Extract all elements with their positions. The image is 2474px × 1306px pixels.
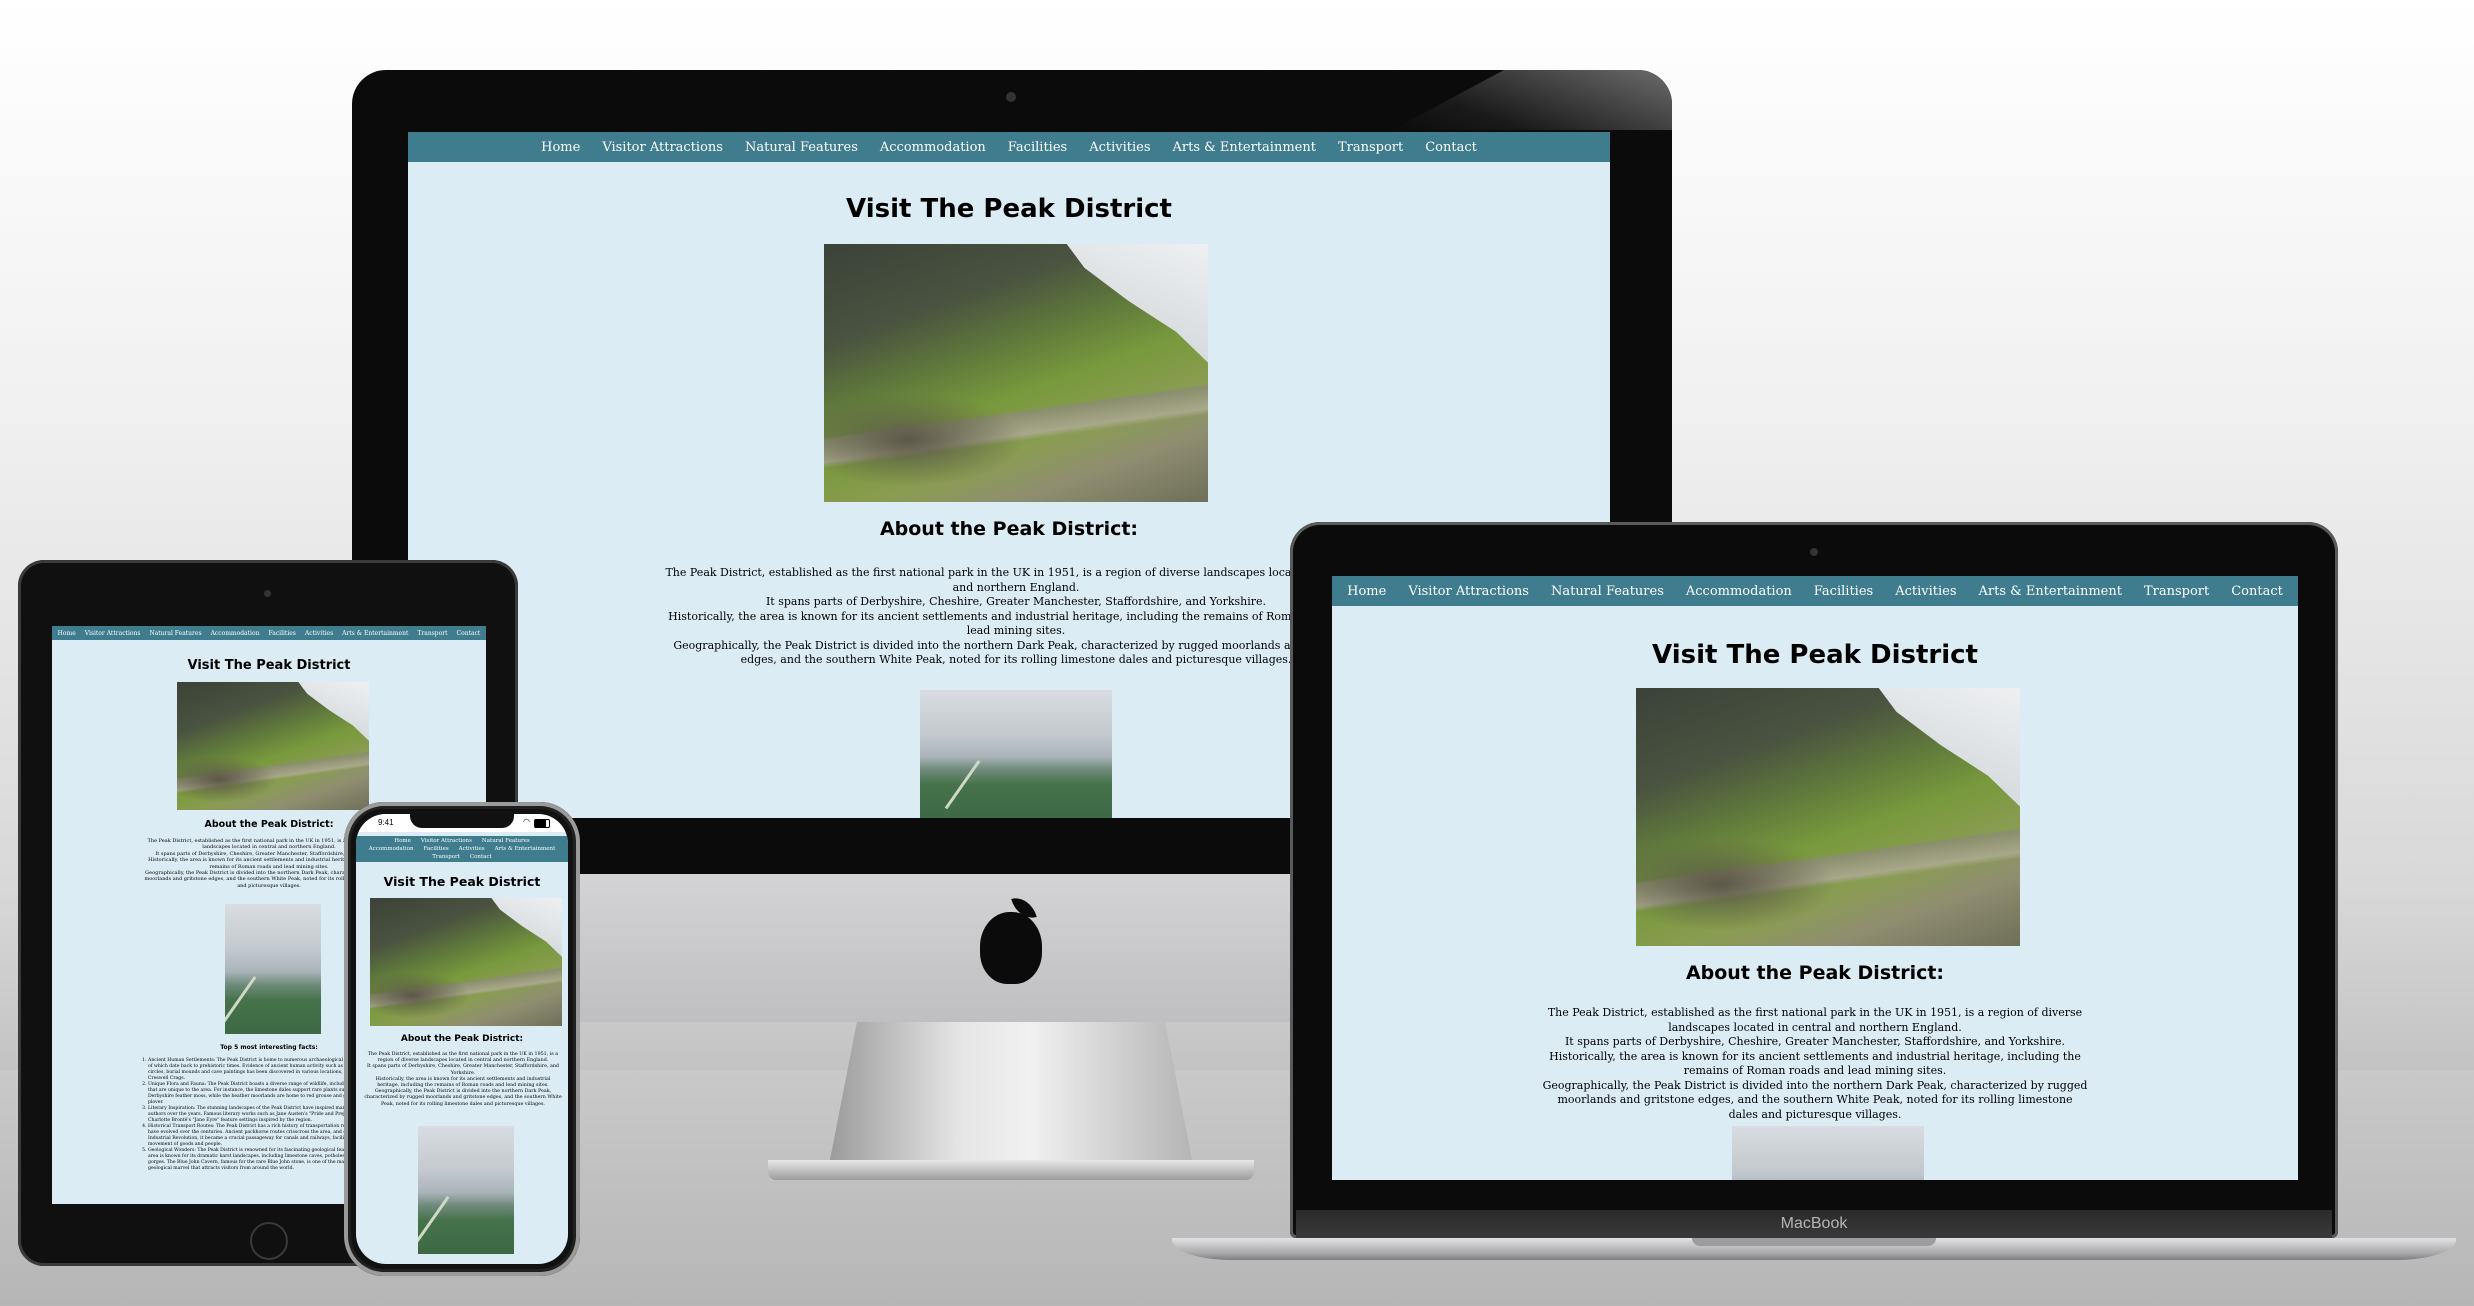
imac-camera [1006, 92, 1016, 102]
fact-item: Literary Inspiration: The stunning lands… [148, 1106, 372, 1124]
ipad-navbar: Home Visitor Attractions Natural Feature… [52, 626, 486, 640]
fact-item: Geological Wonders: The Peak District is… [148, 1148, 372, 1172]
about-paragraph: It spans parts of Derbyshire, Cheshire, … [765, 595, 1267, 608]
about-paragraph: Geographically, the Peak District is div… [673, 638, 1359, 667]
iphone-navbar: Home Visitor Attractions Natural Feature… [356, 836, 568, 862]
macbook-brand: MacBook [1780, 1215, 1848, 1232]
nav-activities[interactable]: Activities [1895, 584, 1956, 599]
about-heading: About the Peak District: [1685, 962, 1945, 984]
about-paragraph: The Peak District, established as the fi… [367, 1052, 559, 1064]
nav-activities[interactable]: Activities [305, 630, 333, 637]
fact-item: Ancient Human Settlements: The Peak Dist… [148, 1058, 372, 1082]
nav-accommodation[interactable]: Accommodation [369, 846, 414, 852]
page-title: Visit The Peak District [846, 194, 1172, 224]
fact-item: Unique Flora and Fauna: The Peak Distric… [148, 1082, 372, 1106]
nav-contact[interactable]: Contact [470, 854, 492, 860]
wifi-icon: ◠ [523, 817, 530, 826]
ipad-home-button[interactable] [250, 1222, 288, 1260]
ridge-image [418, 1126, 514, 1254]
nav-contact[interactable]: Contact [2231, 584, 2283, 599]
macbook-bottom-bezel: MacBook [1296, 1210, 2332, 1238]
about-heading: About the Peak District: [400, 1034, 524, 1044]
macbook-base [1172, 1238, 2456, 1260]
about-text: The Peak District, established as the fi… [364, 1052, 562, 1108]
macbook-screen: Home Visitor Attractions Natural Feature… [1332, 576, 2298, 1180]
about-text: The Peak District, established as the fi… [1542, 1006, 2088, 1122]
battery-icon [534, 819, 550, 828]
imac-navbar: Home Visitor Attractions Natural Feature… [408, 132, 1610, 162]
ridge-image [1732, 1126, 1924, 1180]
about-paragraph: Geographically, the Peak District is div… [1542, 1078, 2088, 1121]
nav-natural-features[interactable]: Natural Features [1551, 584, 1664, 599]
nav-transport[interactable]: Transport [432, 854, 460, 860]
nav-activities[interactable]: Activities [1089, 140, 1150, 155]
nav-home[interactable]: Home [58, 630, 76, 637]
about-paragraph: It spans parts of Derbyshire, Cheshire, … [367, 1064, 559, 1076]
nav-facilities[interactable]: Facilities [1814, 584, 1873, 599]
nav-contact[interactable]: Contact [1425, 140, 1477, 155]
nav-activities[interactable]: Activities [459, 846, 485, 852]
iphone-screen: 9:41 ◠ Home Visitor Attractions Natural … [356, 814, 568, 1264]
nav-transport[interactable]: Transport [1338, 140, 1403, 155]
ridge-image [225, 904, 321, 1034]
nav-transport[interactable]: Transport [2144, 584, 2209, 599]
nav-accommodation[interactable]: Accommodation [880, 140, 986, 155]
nav-home[interactable]: Home [1347, 584, 1386, 599]
ridge-image [920, 690, 1112, 818]
nav-arts-entertainment[interactable]: Arts & Entertainment [495, 846, 556, 852]
nav-facilities[interactable]: Facilities [424, 846, 449, 852]
status-time: 9:41 [378, 818, 394, 827]
nav-visitor-attractions[interactable]: Visitor Attractions [85, 630, 141, 637]
about-paragraph: Historically, the area is known for its … [668, 609, 1364, 638]
nav-transport[interactable]: Transport [417, 630, 447, 637]
facts-list: Ancient Human Settlements: The Peak Dist… [138, 1058, 372, 1172]
iphone-notch [410, 814, 514, 828]
hero-image [824, 244, 1208, 502]
nav-natural-features[interactable]: Natural Features [745, 140, 858, 155]
nav-arts-entertainment[interactable]: Arts & Entertainment [1173, 140, 1316, 155]
hero-image [1636, 688, 2020, 946]
hero-image [370, 898, 562, 1026]
nav-arts-entertainment[interactable]: Arts & Entertainment [342, 630, 408, 637]
nav-visitor-attractions[interactable]: Visitor Attractions [1408, 584, 1529, 599]
macbook-navbar: Home Visitor Attractions Natural Feature… [1332, 576, 2298, 606]
nav-arts-entertainment[interactable]: Arts & Entertainment [1979, 584, 2122, 599]
about-text: The Peak District, established as the fi… [658, 566, 1374, 668]
nav-natural-features[interactable]: Natural Features [482, 838, 530, 844]
nav-facilities[interactable]: Facilities [268, 630, 295, 637]
about-paragraph: Historically, the area is known for its … [1549, 1049, 2081, 1078]
about-paragraph: Geographically, the Peak District is div… [364, 1089, 562, 1107]
ipad-camera [264, 590, 271, 597]
apple-logo-icon [980, 912, 1042, 984]
fact-item: Historical Transport Routes: The Peak Di… [148, 1124, 372, 1148]
nav-home[interactable]: Home [394, 838, 411, 844]
nav-facilities[interactable]: Facilities [1008, 140, 1067, 155]
imac-stand-neck [828, 1020, 1194, 1170]
macbook-camera [1810, 548, 1818, 556]
nav-visitor-attractions[interactable]: Visitor Attractions [602, 140, 723, 155]
imac-stand-base [768, 1160, 1254, 1180]
nav-contact[interactable]: Contact [457, 630, 481, 637]
nav-natural-features[interactable]: Natural Features [149, 630, 201, 637]
nav-accommodation[interactable]: Accommodation [211, 630, 260, 637]
about-paragraph: It spans parts of Derbyshire, Cheshire, … [1564, 1035, 2066, 1048]
about-paragraph: The Peak District, established as the fi… [665, 566, 1367, 594]
about-paragraph: Historically, the area is known for its … [375, 1076, 551, 1089]
page-title: Visit The Peak District [1652, 640, 1978, 670]
nav-accommodation[interactable]: Accommodation [1686, 584, 1792, 599]
nav-visitor-attractions[interactable]: Visitor Attractions [421, 838, 472, 844]
hero-image [177, 682, 369, 810]
nav-home[interactable]: Home [541, 140, 580, 155]
page-title: Visit The Peak District [187, 658, 351, 673]
page-title: Visit The Peak District [383, 874, 541, 889]
about-paragraph: The Peak District, established as the fi… [1547, 1006, 2083, 1034]
